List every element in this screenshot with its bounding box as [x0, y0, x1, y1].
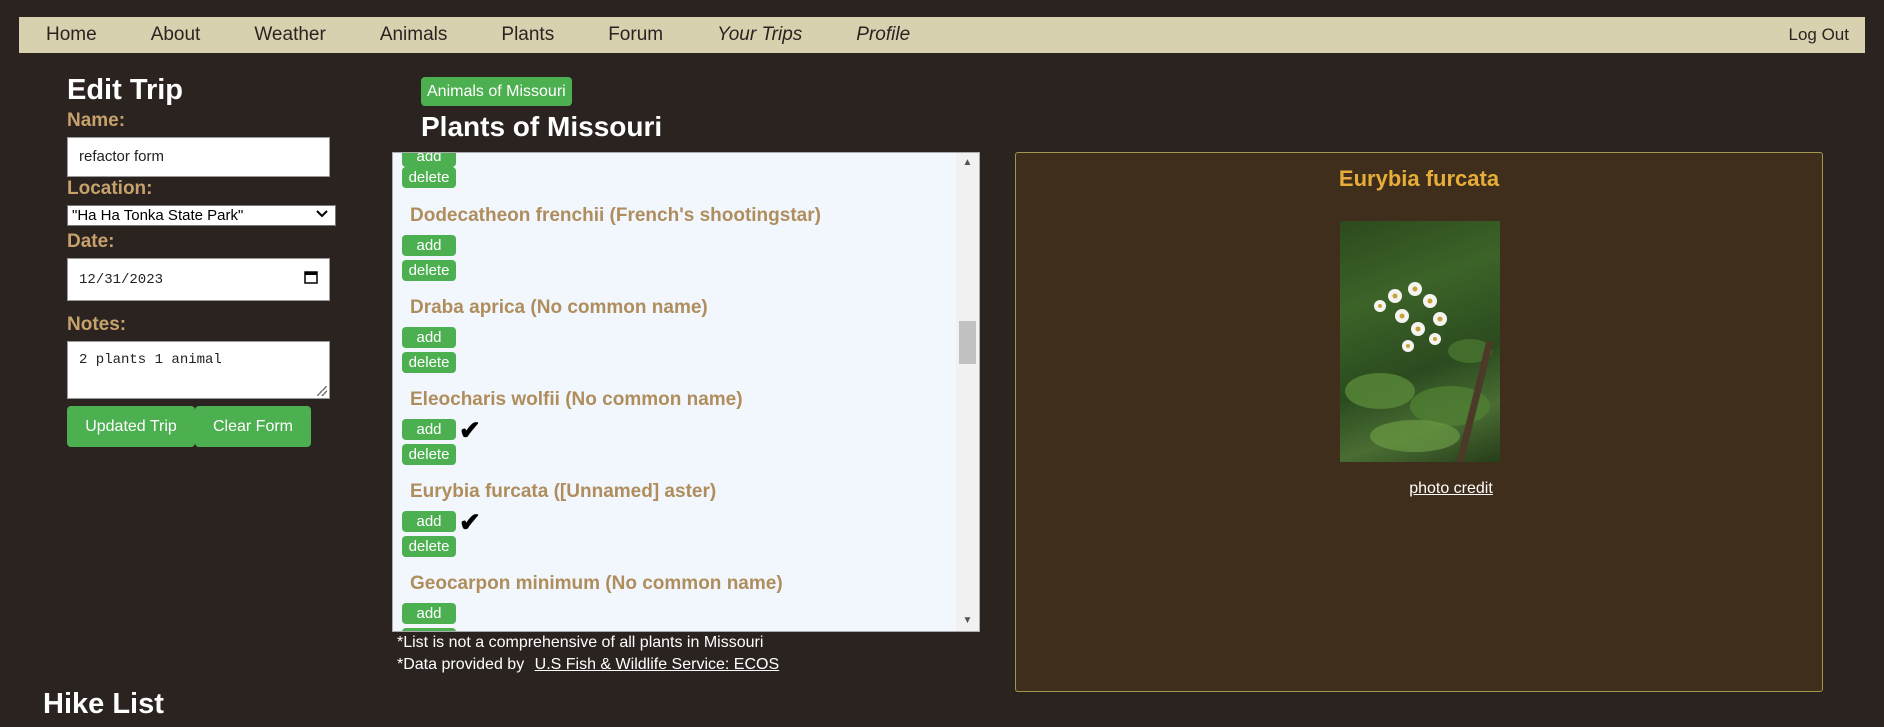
photo-credit: photo credit — [1016, 480, 1884, 498]
notes-label: Notes: — [67, 314, 127, 335]
location-select[interactable]: "Ha Ha Tonka State Park" — [67, 205, 336, 226]
scroll-up-icon[interactable]: ▲ — [956, 153, 979, 173]
nav-plants[interactable]: Plants — [474, 17, 581, 53]
plants-title: Plants of Missouri — [421, 111, 663, 142]
footnote-data-source: *Data provided by U.S Fish & Wildlife Se… — [397, 656, 779, 674]
delete-button[interactable]: delete — [402, 628, 456, 631]
plant-name[interactable]: Draba aprica (No common name) — [410, 297, 708, 319]
nav-about[interactable]: About — [124, 17, 228, 53]
delete-button[interactable]: delete — [402, 167, 456, 188]
delete-button[interactable]: delete — [402, 444, 456, 465]
clear-form-button[interactable]: Clear Form — [195, 406, 311, 447]
nav-profile[interactable]: Profile — [829, 17, 937, 53]
location-label: Location: — [67, 178, 153, 199]
nav-animals[interactable]: Animals — [353, 17, 475, 53]
add-button[interactable]: add — [402, 511, 456, 532]
edit-trip-title: Edit Trip — [67, 74, 183, 106]
nav-your-trips[interactable]: Your Trips — [690, 17, 829, 53]
scrollbar[interactable]: ▲ ▼ — [956, 153, 979, 631]
plant-name[interactable]: Dodecatheon frenchii (French's shootings… — [410, 205, 821, 227]
notes-textarea[interactable]: 2 plants 1 animal — [67, 341, 330, 399]
date-field[interactable]: 12/31/2023 — [67, 258, 330, 301]
plant-name[interactable]: Geocarpon minimum (No common name) — [410, 573, 783, 595]
add-button[interactable]: add — [402, 603, 456, 624]
name-label: Name: — [67, 110, 126, 131]
plant-name[interactable]: Eleocharis wolfii (No common name) — [410, 389, 743, 411]
add-button[interactable]: add — [402, 419, 456, 440]
resize-grip-icon[interactable] — [317, 386, 327, 396]
location-select-value: "Ha Ha Tonka State Park" — [72, 207, 244, 224]
photo-credit-link[interactable]: photo credit — [1409, 480, 1493, 497]
plant-name[interactable]: Eurybia furcata ([Unnamed] aster) — [410, 481, 716, 503]
footnote-list-disclaimer: *List is not a comprehensive of all plan… — [397, 634, 764, 651]
add-button[interactable]: add — [402, 153, 456, 167]
nav-home[interactable]: Home — [19, 17, 124, 53]
update-trip-button[interactable]: Updated Trip — [67, 406, 195, 447]
delete-button[interactable]: delete — [402, 260, 456, 281]
nav-forum[interactable]: Forum — [581, 17, 690, 53]
checkmark-icon: ✔ — [459, 415, 481, 445]
chevron-down-icon — [315, 207, 329, 224]
notes-value: 2 plants 1 animal — [79, 352, 222, 368]
date-value: 12/31/2023 — [79, 271, 164, 288]
ecos-link[interactable]: U.S Fish & Wildlife Service: ECOS — [535, 656, 780, 673]
top-navbar: Home About Weather Animals Plants Forum … — [19, 17, 1865, 53]
nav-weather[interactable]: Weather — [227, 17, 352, 53]
add-button[interactable]: add — [402, 327, 456, 348]
scroll-thumb[interactable] — [959, 321, 976, 364]
checkmark-icon: ✔ — [459, 507, 481, 537]
delete-button[interactable]: delete — [402, 536, 456, 557]
date-label: Date: — [67, 231, 115, 252]
trip-name-field[interactable]: refactor form — [67, 137, 330, 177]
calendar-icon[interactable] — [304, 270, 318, 289]
logout-link[interactable]: Log Out — [1789, 17, 1850, 53]
add-button[interactable]: add — [402, 235, 456, 256]
data-source-label: *Data provided by — [397, 656, 525, 673]
scroll-down-icon[interactable]: ▼ — [956, 611, 979, 631]
plant-photo — [1340, 221, 1500, 462]
delete-button[interactable]: delete — [402, 352, 456, 373]
plant-detail-panel: Eurybia furcata photo credit — [1015, 152, 1823, 692]
plant-list[interactable]: add delete Dodecatheon frenchii (French'… — [392, 152, 980, 632]
hike-list-title: Hike List — [43, 688, 164, 720]
detail-title: Eurybia furcata — [1338, 166, 1500, 191]
animals-of-missouri-button[interactable]: Animals of Missouri — [421, 77, 572, 106]
